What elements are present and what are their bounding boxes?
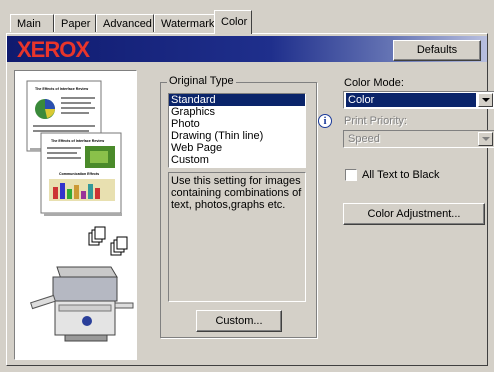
color-mode-value: Color [346, 93, 476, 107]
original-type-description: Use this setting for images containing c… [168, 172, 306, 302]
original-type-label: Original Type [167, 75, 236, 87]
color-adjustment-button[interactable]: Color Adjustment... [343, 203, 485, 225]
original-type-option-drawing[interactable]: Drawing (Thin line) [169, 130, 305, 142]
printer-icon [30, 266, 134, 342]
chevron-down-icon[interactable] [478, 93, 493, 107]
defaults-button-label: Defaults [416, 44, 458, 56]
tab-color[interactable]: Color [214, 10, 252, 34]
preview-doc2-subtitle: Communication Effects [59, 172, 99, 176]
tab-advanced[interactable]: Advanced [96, 14, 154, 32]
tab-advanced-label: Advanced [103, 18, 152, 30]
printer-properties-dialog: Main Paper Advanced Watermarks Color XER… [0, 0, 494, 372]
print-priority-value: Speed [348, 133, 380, 145]
tab-watermarks[interactable]: Watermarks [154, 14, 220, 32]
preview-doc2-title: The Effects of Interface Review [51, 139, 104, 143]
all-text-to-black-checkbox[interactable] [345, 169, 357, 181]
defaults-button[interactable]: Defaults [393, 40, 481, 61]
preview-doc1-title: The Effects of Interface Review [35, 87, 88, 91]
custom-button-label: Custom... [215, 315, 263, 327]
tab-paper[interactable]: Paper [54, 14, 96, 32]
tab-watermarks-label: Watermarks [161, 18, 220, 30]
info-icon[interactable]: i [318, 114, 332, 128]
xerox-logo: XEROX [17, 37, 90, 62]
tab-main[interactable]: Main [10, 14, 54, 32]
original-type-listbox[interactable]: Standard Graphics Photo Drawing (Thin li… [168, 93, 306, 168]
preview-illustration: The Effects of Interface Review The Effe… [26, 80, 134, 342]
color-mode-select[interactable]: Color [343, 91, 494, 109]
original-type-option-photo[interactable]: Photo [169, 118, 305, 130]
stacked-pages-icon [88, 226, 128, 256]
original-type-option-graphics[interactable]: Graphics [169, 106, 305, 118]
custom-button[interactable]: Custom... [196, 310, 282, 332]
color-adjustment-button-label: Color Adjustment... [367, 208, 461, 220]
original-type-option-custom[interactable]: Custom [169, 154, 305, 166]
original-type-option-web-page[interactable]: Web Page [169, 142, 305, 154]
all-text-to-black-label[interactable]: All Text to Black [362, 169, 439, 181]
tab-main-label: Main [17, 18, 41, 30]
original-type-option-standard[interactable]: Standard [169, 94, 305, 106]
color-mode-label: Color Mode: [344, 77, 404, 89]
print-priority-label: Print Priority: [344, 115, 407, 127]
print-preview: The Effects of Interface Review The Effe… [14, 70, 137, 360]
chevron-down-icon[interactable] [478, 132, 493, 146]
tab-color-label: Color [221, 16, 248, 28]
preview-document-2: The Effects of Interface Review Communic… [40, 132, 122, 216]
tab-paper-label: Paper [61, 18, 91, 30]
print-priority-select[interactable]: Speed [343, 130, 494, 148]
